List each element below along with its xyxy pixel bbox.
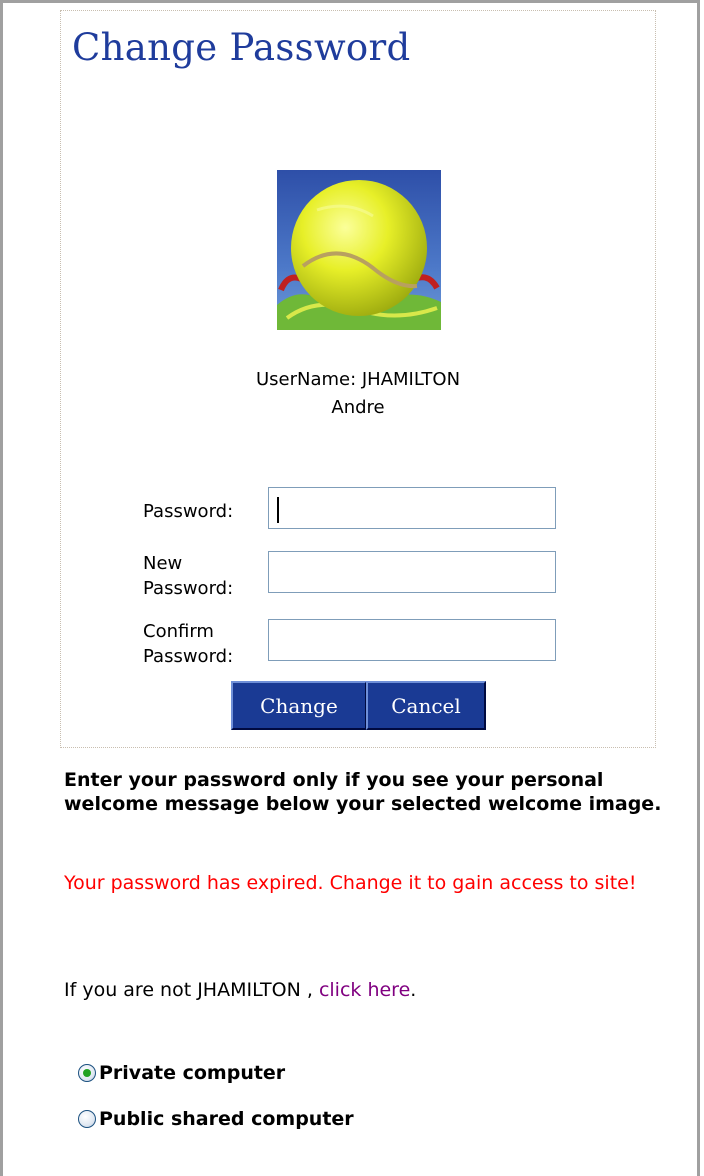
welcome-name-text: Andre xyxy=(331,397,385,418)
confirm-password-label-line2: Password: xyxy=(143,646,234,667)
text-caret xyxy=(277,497,279,523)
click-here-link[interactable]: click here xyxy=(319,979,410,1001)
username-text: UserName: JHAMILTON xyxy=(255,369,461,390)
not-user-line: If you are not JHAMILTON , click here. xyxy=(64,977,416,1003)
password-label: Password: xyxy=(143,501,234,522)
public-computer-radio[interactable] xyxy=(78,1110,96,1128)
new-password-label-line2: Password: xyxy=(143,578,234,599)
confirm-password-label-line1: Confirm xyxy=(143,621,214,642)
tennis-ball-image xyxy=(277,170,441,330)
new-password-label-line1: New xyxy=(143,553,183,574)
password-input[interactable] xyxy=(268,487,556,529)
instructions-text: Enter your password only if you see your… xyxy=(64,769,662,815)
confirm-password-input[interactable] xyxy=(268,619,556,661)
window-border-left xyxy=(0,0,3,1176)
change-button[interactable]: Change xyxy=(231,681,367,730)
cancel-button[interactable]: Cancel xyxy=(366,681,486,730)
window-border-right xyxy=(697,0,700,1176)
private-computer-radio[interactable] xyxy=(78,1064,96,1082)
private-computer-option[interactable]: Private computer xyxy=(78,1060,285,1086)
not-user-suffix: . xyxy=(410,979,417,1001)
public-computer-label: Public shared computer xyxy=(99,1108,354,1130)
public-computer-option[interactable]: Public shared computer xyxy=(78,1106,354,1132)
new-password-input[interactable] xyxy=(268,551,556,593)
password-expired-message: Your password has expired. Change it to … xyxy=(64,872,637,894)
window-border-top xyxy=(0,0,700,3)
private-computer-label: Private computer xyxy=(99,1062,286,1084)
page-title: Change Password xyxy=(72,26,411,69)
not-user-prefix: If you are not JHAMILTON , xyxy=(64,979,319,1001)
